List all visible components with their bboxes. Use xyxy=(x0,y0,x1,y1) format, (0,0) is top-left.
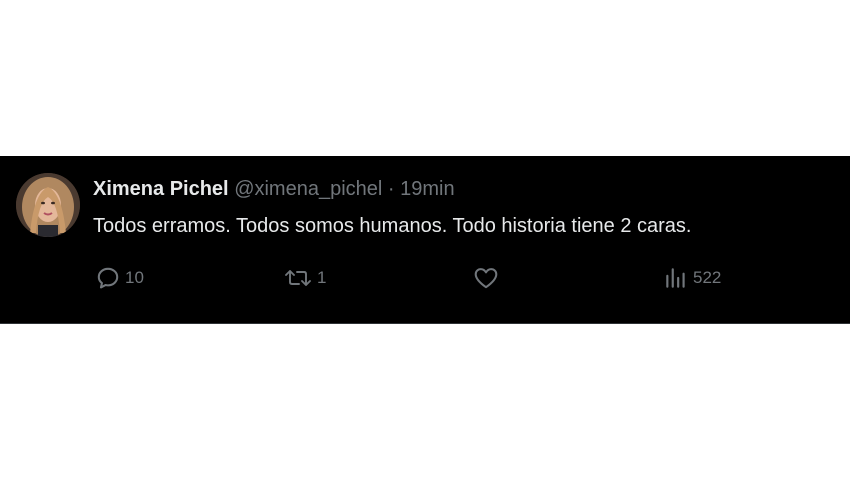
views-button[interactable]: 522 xyxy=(663,260,721,296)
action-bar: 10 1 522 xyxy=(0,260,850,296)
heart-icon xyxy=(474,268,498,289)
author-handle[interactable]: @ximena_pichel xyxy=(234,178,382,200)
retweet-icon xyxy=(285,270,311,286)
header-separator: · xyxy=(387,178,395,200)
retweet-count: 1 xyxy=(317,268,327,287)
tweet-header: Ximena Pichel @ximena_pichel · 19min xyxy=(93,176,455,202)
tweet-text: Todos erramos. Todos somos humanos. Todo… xyxy=(93,215,692,237)
author-name[interactable]: Ximena Pichel xyxy=(93,178,229,200)
views-icon xyxy=(666,268,685,288)
reply-icon xyxy=(97,267,119,289)
reply-count: 10 xyxy=(125,268,144,287)
like-button[interactable] xyxy=(473,260,503,296)
retweet-button[interactable]: 1 xyxy=(283,260,326,296)
reply-button[interactable]: 10 xyxy=(95,260,144,296)
tweet-timestamp[interactable]: 19min xyxy=(400,178,454,200)
avatar-image xyxy=(16,173,80,237)
tweet-card[interactable]: Ximena Pichel @ximena_pichel · 19min Tod… xyxy=(0,156,850,324)
avatar[interactable] xyxy=(16,173,80,237)
views-count: 522 xyxy=(693,268,722,287)
